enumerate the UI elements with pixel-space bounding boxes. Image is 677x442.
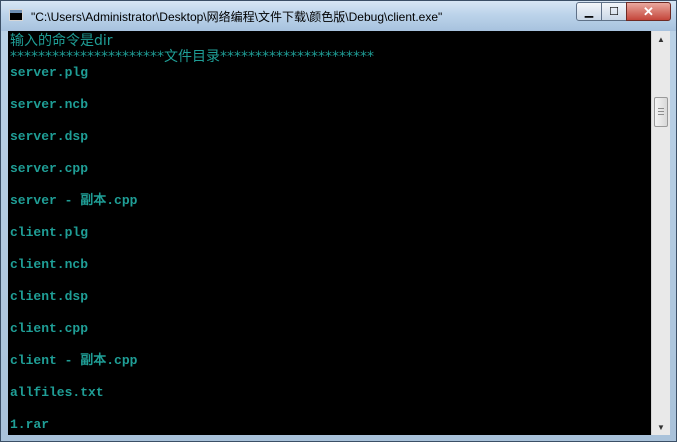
console-line: allfiles.txt [10,385,104,400]
scroll-down-button[interactable]: ▼ [652,419,670,435]
console-lines: 输入的命令是dir **********************文件目录*****… [10,33,374,433]
up-arrow-icon: ▲ [657,34,665,44]
window-controls: ▁ ☐ ✕ [576,2,671,22]
scroll-thumb[interactable] [654,97,668,127]
console-line: 1.rar [10,417,50,432]
console-line: server.cpp [10,161,89,176]
maximize-button[interactable]: ☐ [601,2,627,21]
console-window: "C:\Users\Administrator\Desktop\网络编程\文件下… [0,0,677,442]
scroll-up-button[interactable]: ▲ [652,31,670,47]
maximize-icon: ☐ [609,6,619,18]
console-output[interactable]: 输入的命令是dir **********************文件目录*****… [8,31,651,435]
console-line: server.ncb [10,97,89,112]
command-echo-line: 输入的命令是dir [10,33,113,49]
console-line: client.ncb [10,257,89,272]
minimize-button[interactable]: ▁ [576,2,602,21]
down-arrow-icon: ▼ [657,422,665,432]
minimize-icon: ▁ [584,6,594,18]
close-icon: ✕ [643,3,654,19]
console-line: client - 副本.cpp [10,353,138,368]
console-line: client.plg [10,225,89,240]
console-line: server.dsp [10,129,89,144]
console-line: client.cpp [10,321,89,336]
window-title: "C:\Users\Administrator\Desktop\网络编程\文件下… [31,10,443,24]
console-line: server - 副本.cpp [10,193,138,208]
console-app-icon[interactable] [9,9,23,21]
directory-header-line: **********************文件目录**************… [10,49,374,65]
vertical-scrollbar[interactable]: ▲ ▼ [651,31,670,435]
title-bar[interactable]: "C:\Users\Administrator\Desktop\网络编程\文件下… [1,1,676,31]
close-button[interactable]: ✕ [626,2,671,21]
console-line: server.plg [10,65,89,80]
console-line: client.dsp [10,289,89,304]
